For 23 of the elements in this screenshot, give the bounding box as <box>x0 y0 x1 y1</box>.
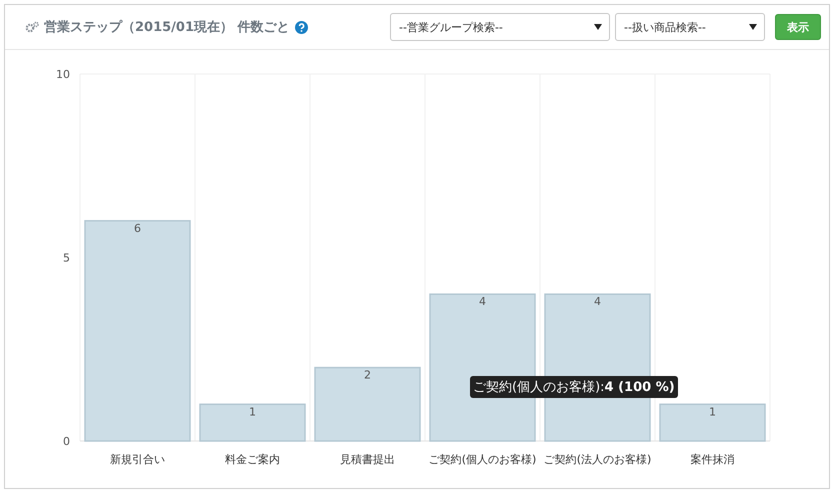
category-label: 見積書提出 <box>340 453 395 466</box>
category-label: ご契約(個人のお客様) <box>428 453 536 466</box>
dropdown[interactable]: --営業グループ検索-- <box>390 13 610 41</box>
y-tick-label: 10 <box>56 68 70 81</box>
y-tick-label: 0 <box>63 435 70 448</box>
data-label: 6 <box>134 222 141 235</box>
caret-icon <box>594 24 602 30</box>
panel-title: 営業ステップ（2015/01現在） 件数ごと <box>44 18 290 36</box>
dropdown[interactable]: --扱い商品検索-- <box>615 13 765 41</box>
category-label: ご契約(法人のお客様) <box>544 453 652 466</box>
help-icon[interactable] <box>294 20 308 34</box>
caret-icon <box>749 24 757 30</box>
category-label: 料金ご案内 <box>225 453 280 466</box>
data-label: 1 <box>249 405 256 418</box>
data-label: 4 <box>479 295 486 308</box>
tooltip: ご契約(個人のお客様):4 (100 %) <box>470 376 678 398</box>
data-label: 1 <box>709 405 716 418</box>
category-label: 案件抹消 <box>690 453 734 466</box>
gears-icon <box>25 21 39 33</box>
category-label: 新規引合い <box>110 453 165 466</box>
data-label: 4 <box>594 295 601 308</box>
y-tick-label: 5 <box>63 252 70 264</box>
data-label: 2 <box>364 368 371 382</box>
